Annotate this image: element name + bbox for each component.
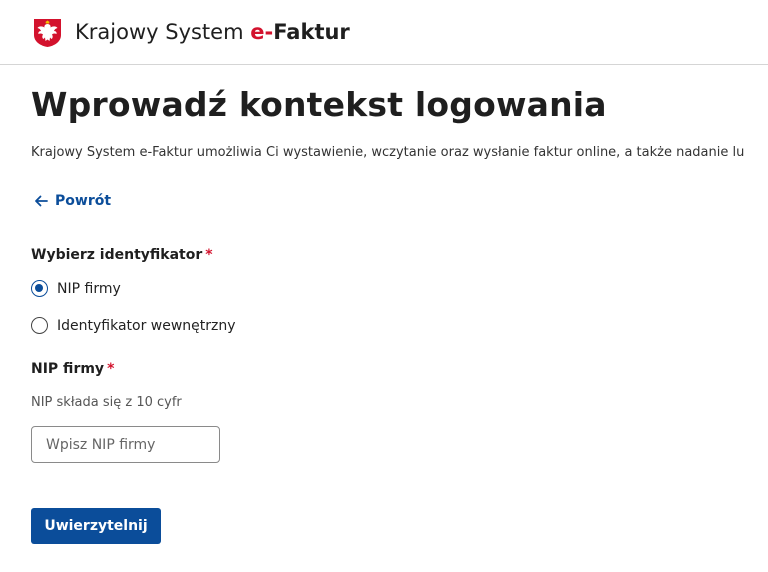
identifier-label-text: Wybierz identyfikator [31, 247, 203, 263]
page-description: Krajowy System e-Faktur umożliwia Ci wys… [31, 145, 745, 160]
app-title: Krajowy System e-Faktur [75, 20, 350, 44]
required-marker: * [107, 361, 115, 377]
required-marker: * [205, 247, 213, 263]
identifier-label: Wybierz identyfikator * [31, 247, 213, 263]
radio-option-nip[interactable]: NIP firmy [31, 280, 121, 297]
radio-button-internal-id[interactable] [31, 317, 48, 334]
nip-label-text: NIP firmy [31, 361, 105, 377]
brand-suffix: Faktur [273, 20, 350, 44]
back-link-label: Powrót [55, 193, 112, 209]
polish-eagle-emblem-icon [34, 18, 61, 47]
radio-option-internal-id-label: Identyfikator wewnętrzny [57, 317, 236, 334]
authenticate-button[interactable]: Uwierzytelnij [31, 508, 161, 544]
nip-hint: NIP składa się z 10 cyfr [31, 395, 182, 410]
radio-option-nip-label: NIP firmy [57, 280, 121, 297]
arrow-left-icon [35, 195, 48, 207]
brand-prefix: Krajowy System [75, 20, 251, 44]
page-title: Wprowadź kontekst logowania [31, 85, 607, 124]
back-link[interactable]: Powrót [34, 193, 111, 209]
app-header: Krajowy System e-Faktur [0, 0, 768, 65]
radio-option-internal-id[interactable]: Identyfikator wewnętrzny [31, 317, 236, 334]
nip-label: NIP firmy * [31, 361, 114, 377]
nip-input[interactable] [31, 426, 220, 463]
brand-accent: e- [250, 20, 274, 44]
radio-button-nip[interactable] [31, 280, 48, 297]
